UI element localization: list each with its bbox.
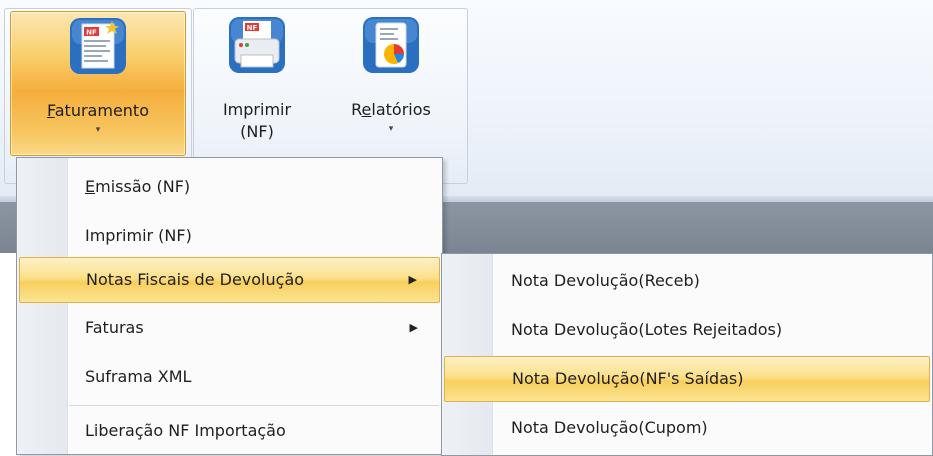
menu-item-label: Imprimir (NF) bbox=[85, 226, 192, 245]
submenu-item-label: Nota Devolução(Lotes Rejeitados) bbox=[511, 320, 783, 339]
menu-item-label: Faturas bbox=[85, 318, 144, 337]
submenu-item-nota-devolucao-receb[interactable]: Nota Devolução(Receb) bbox=[444, 259, 930, 303]
menu-item-label: Notas Fiscais de Devolução bbox=[86, 270, 305, 289]
relatorios-button[interactable]: Relatórios ▾ bbox=[326, 11, 456, 154]
menu-item-emissao-nf[interactable]: Emissão (NF) bbox=[19, 165, 440, 209]
svg-text:NF: NF bbox=[86, 29, 97, 37]
faturamento-dropdown-menu: Emissão (NF) Imprimir (NF) Notas Fiscais… bbox=[16, 157, 443, 455]
submenu-item-nota-devolucao-lotes-rejeitados[interactable]: Nota Devolução(Lotes Rejeitados) bbox=[444, 308, 930, 352]
submenu-arrow-icon: ▶ bbox=[408, 273, 417, 286]
menu-item-label: Liberação NF Importação bbox=[85, 421, 286, 440]
submenu-item-label: Nota Devolução(Receb) bbox=[511, 271, 700, 290]
menu-item-label: Suframa XML bbox=[85, 367, 192, 386]
chevron-down-icon: ▾ bbox=[95, 125, 101, 135]
notas-devolucao-submenu: Nota Devolução(Receb) Nota Devolução(Lot… bbox=[441, 253, 933, 456]
menu-separator bbox=[69, 405, 439, 406]
nf-document-icon: NF bbox=[68, 16, 128, 76]
imprimir-nf-button[interactable]: NF Imprimir (NF) bbox=[201, 11, 313, 154]
submenu-item-label: Nota Devolução(Cupom) bbox=[511, 418, 708, 437]
menu-item-faturas[interactable]: Faturas ▶ bbox=[19, 306, 440, 350]
imprimir-nf-label-line1: Imprimir bbox=[222, 100, 292, 119]
svg-text:NF: NF bbox=[247, 24, 258, 32]
menu-item-notas-fiscais-devolucao[interactable]: Notas Fiscais de Devolução ▶ bbox=[19, 257, 440, 303]
menu-item-imprimir-nf[interactable]: Imprimir (NF) bbox=[19, 214, 440, 258]
menu-item-label: Emissão (NF) bbox=[85, 177, 191, 196]
submenu-arrow-icon: ▶ bbox=[409, 321, 418, 334]
menu-item-suframa-xml[interactable]: Suframa XML bbox=[19, 355, 440, 399]
chevron-down-icon: ▾ bbox=[388, 124, 394, 134]
submenu-item-nota-devolucao-cupom[interactable]: Nota Devolução(Cupom) bbox=[444, 406, 930, 450]
relatorios-label: Relatórios bbox=[351, 100, 431, 119]
submenu-item-nota-devolucao-nfs-saidas[interactable]: Nota Devolução(NF's Saídas) bbox=[444, 356, 930, 402]
nf-printer-icon: NF bbox=[227, 15, 287, 75]
faturamento-label: Faturamento bbox=[47, 101, 149, 120]
faturamento-button[interactable]: NF Faturamento ▾ bbox=[10, 11, 186, 156]
imprimir-nf-label-line2: (NF) bbox=[240, 122, 274, 141]
submenu-item-label: Nota Devolução(NF's Saídas) bbox=[512, 369, 744, 388]
menu-item-liberacao-nf-importacao[interactable]: Liberação NF Importação bbox=[19, 409, 440, 453]
report-chart-icon bbox=[361, 15, 421, 75]
